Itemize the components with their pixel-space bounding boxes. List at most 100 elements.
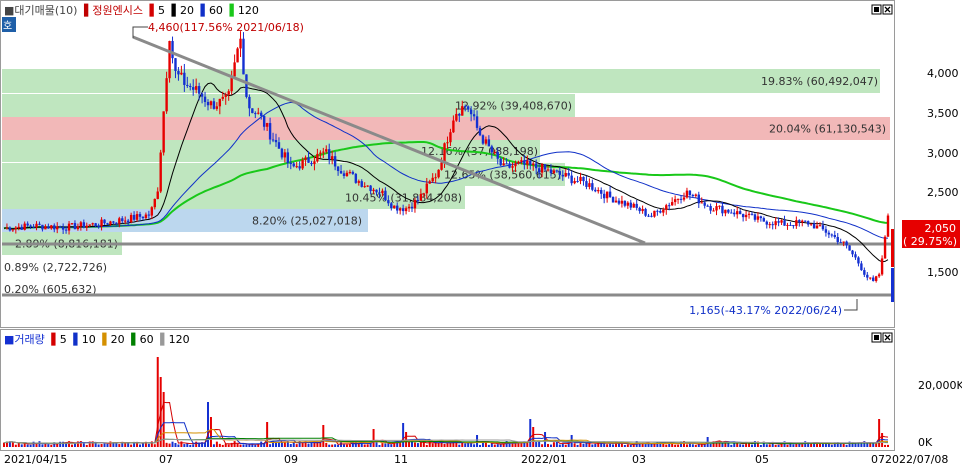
stock-name: 정원엔시스	[92, 4, 143, 17]
candle-body	[215, 106, 219, 109]
volume-bar	[547, 443, 549, 447]
candle-body	[747, 213, 751, 215]
candle-body	[789, 224, 792, 226]
candle-body	[478, 127, 482, 136]
candle-body	[73, 223, 77, 230]
candle-body	[94, 223, 97, 226]
volume-bar	[100, 444, 103, 447]
volume-bar	[215, 441, 218, 447]
right-edge-candle-down	[891, 268, 894, 302]
candle-body	[579, 176, 582, 182]
volume-bar	[47, 444, 50, 447]
candle-body	[440, 162, 443, 170]
candle-body	[801, 220, 804, 223]
candle-body	[260, 112, 263, 116]
side-tab[interactable]: 호	[3, 20, 12, 32]
candle-body	[322, 151, 325, 153]
candle-body	[706, 205, 709, 207]
current-change: ( 29.75%)	[903, 235, 957, 248]
volume-bar	[348, 444, 351, 447]
volume-bar	[195, 441, 198, 447]
volume-bar	[694, 444, 697, 447]
candle-body	[458, 113, 461, 116]
candle-body	[792, 225, 795, 227]
candle-body	[5, 227, 9, 229]
candle-body	[251, 108, 254, 114]
candle-body	[171, 41, 174, 59]
volume-bar	[685, 444, 688, 447]
candle-body	[91, 223, 94, 225]
candle-body	[387, 200, 390, 204]
high-annotation: 4,460(117.56% 2021/06/18)	[148, 21, 304, 34]
volume-bar	[765, 444, 768, 447]
candle-body	[517, 161, 520, 164]
candle-body	[469, 109, 473, 115]
volume-bar	[697, 444, 700, 447]
volume-bar	[798, 443, 801, 447]
candle-body	[268, 123, 272, 140]
vol-ma60-label: 60	[140, 333, 154, 346]
volume-bar	[29, 444, 32, 447]
x-label-09: 09	[284, 453, 298, 466]
volume-bar	[479, 444, 481, 447]
volume-bar	[573, 443, 576, 447]
candle-body	[638, 207, 641, 212]
volume-bar	[56, 443, 59, 447]
candle-body	[56, 226, 59, 230]
candle-body	[659, 210, 662, 213]
y-tick-4000: 4,000	[927, 67, 959, 80]
volume-bar	[493, 444, 496, 447]
candle-body	[830, 234, 834, 236]
volume-bar	[730, 444, 733, 447]
candle-body	[363, 186, 366, 188]
volume-bar	[71, 444, 73, 447]
volume-bar	[233, 441, 236, 447]
candle-body	[718, 205, 721, 207]
candle-body	[576, 181, 579, 183]
supply-zone	[2, 69, 880, 93]
candle-body	[138, 214, 142, 217]
candle-body	[614, 200, 618, 203]
volume-legend-label: ■거래량	[4, 333, 45, 346]
candle-body	[292, 163, 295, 167]
candle-body	[455, 113, 458, 121]
candle-body	[632, 203, 635, 208]
candle-body	[17, 226, 20, 228]
candle-body	[129, 214, 133, 223]
candle-body	[585, 181, 588, 187]
volume-bar	[44, 443, 47, 447]
candle-body	[886, 215, 890, 237]
volume-bar	[759, 444, 762, 447]
candle-body	[23, 223, 26, 230]
volume-bar	[20, 444, 23, 447]
volume-bar	[819, 443, 821, 447]
candle-body	[393, 205, 396, 209]
candle-body	[537, 168, 541, 173]
vol-ma20-marker: ▌	[101, 332, 110, 346]
candle-body	[115, 222, 118, 224]
vol-ma120-label: 120	[169, 333, 190, 346]
volume-bar	[165, 442, 168, 447]
volume-bar	[591, 444, 594, 447]
candle-body	[357, 181, 360, 183]
volume-bar	[11, 441, 14, 447]
candle-body	[730, 212, 733, 214]
candle-body	[384, 190, 387, 201]
candle-body	[150, 207, 154, 216]
candle-body	[301, 159, 304, 169]
volume-bar	[845, 444, 848, 447]
candle-body	[280, 148, 284, 158]
candle-body	[126, 220, 130, 223]
candle-body	[82, 222, 86, 228]
price-legend: ■대기매물(10) ▌정원엔시스 ▌5 ▌20 ▌60 ▌120	[4, 3, 259, 17]
candle-body	[668, 205, 671, 207]
volume-bar	[82, 443, 85, 447]
volume-bar	[322, 425, 325, 447]
volume-legend: ■거래량 ▌5 ▌10 ▌20 ▌60 ▌120	[4, 332, 190, 346]
volume-bar	[106, 443, 109, 447]
volume-bar	[366, 444, 369, 447]
x-label-03: 03	[632, 453, 646, 466]
candle-body	[617, 200, 621, 204]
supply-zone-label: 20.04% (61,130,543)	[769, 123, 886, 136]
volume-bar	[239, 444, 242, 447]
